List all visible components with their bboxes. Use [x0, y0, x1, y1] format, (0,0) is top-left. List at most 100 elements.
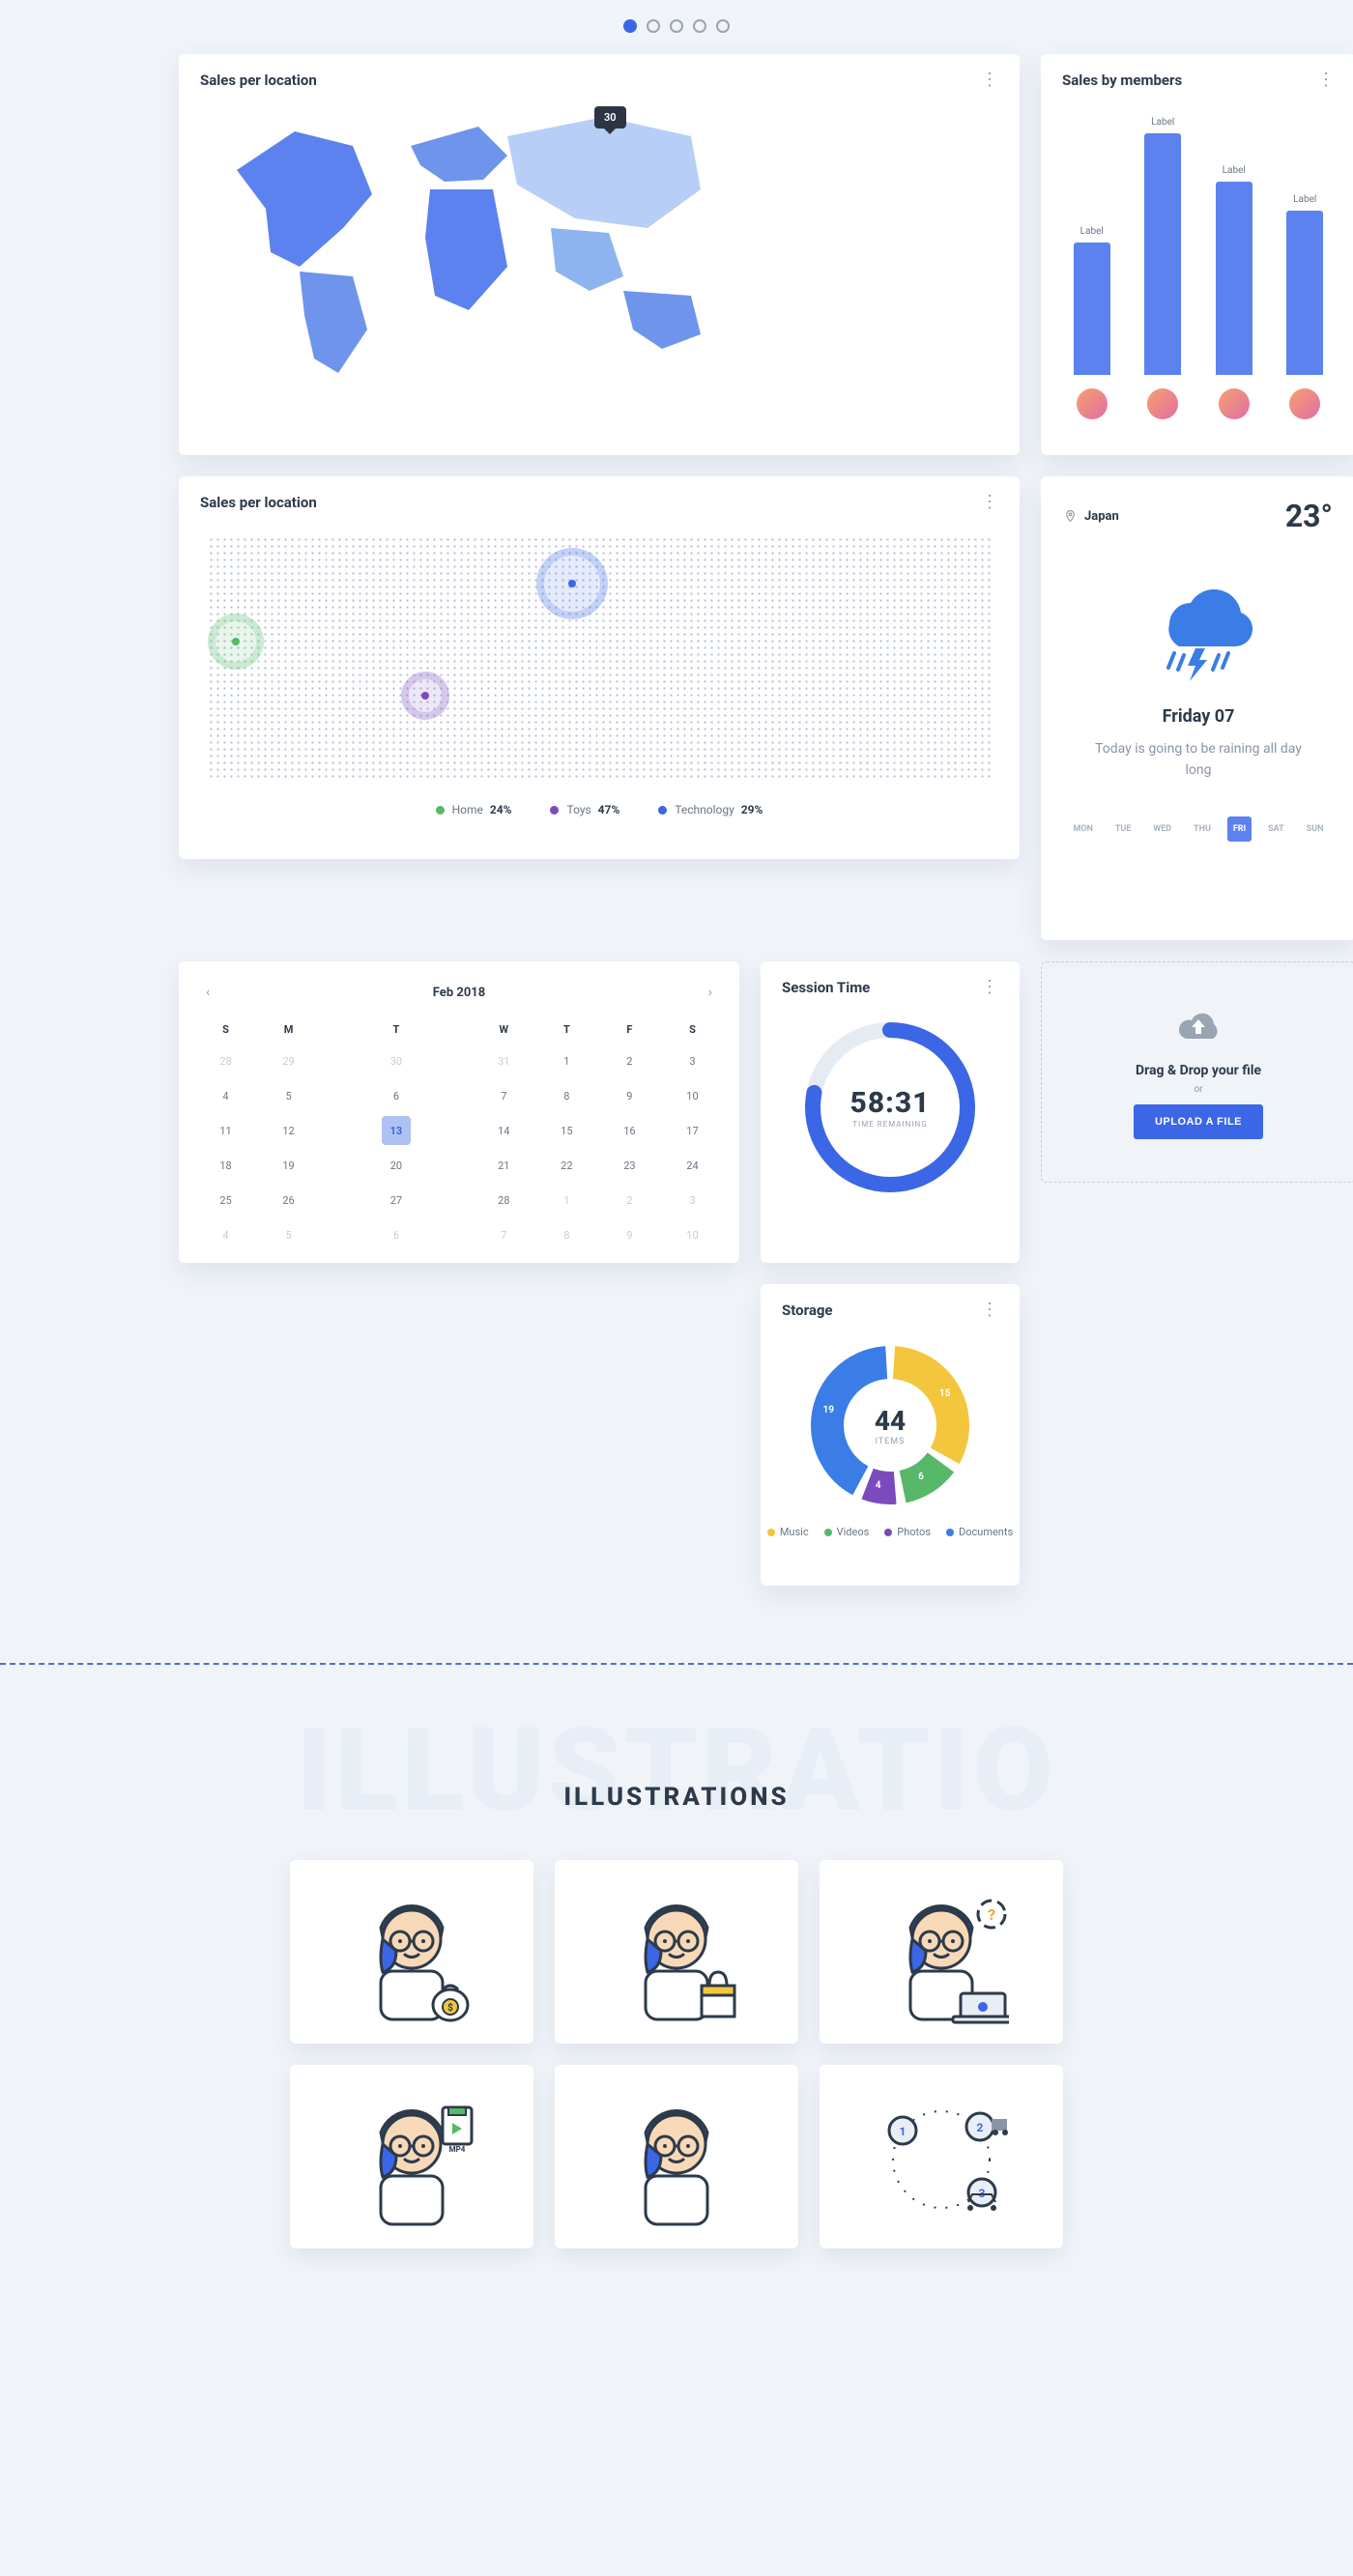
upload-button[interactable]: UPLOAD A FILE	[1134, 1104, 1263, 1139]
dow: S	[661, 1016, 724, 1044]
day-tab[interactable]: TUE	[1109, 816, 1137, 842]
day-cell[interactable]: 27	[320, 1183, 473, 1217]
more-icon[interactable]: ⋮	[981, 494, 998, 511]
day-cell[interactable]: 4	[194, 1217, 257, 1252]
day-cell[interactable]: 5	[257, 1078, 320, 1113]
avatar[interactable]	[1147, 388, 1178, 419]
day-tab[interactable]: SUN	[1301, 816, 1330, 842]
pager-dot[interactable]	[647, 19, 660, 33]
map-marker[interactable]	[208, 614, 264, 670]
day-cell[interactable]: 11	[194, 1113, 257, 1148]
day-cell[interactable]: 1	[535, 1183, 598, 1217]
day-tab[interactable]: SAT	[1262, 816, 1290, 842]
day-cell[interactable]: 5	[257, 1217, 320, 1252]
day-cell[interactable]: 7	[473, 1217, 535, 1252]
avatar[interactable]	[1289, 388, 1320, 419]
day-cell[interactable]: 1	[535, 1044, 598, 1078]
illustration-card[interactable]	[555, 2065, 798, 2248]
map-tooltip: 30	[594, 106, 626, 129]
map-marker[interactable]	[536, 548, 608, 619]
day-cell[interactable]: 16	[598, 1113, 661, 1148]
day-cell[interactable]: 3	[661, 1044, 724, 1078]
day-cell[interactable]: 20	[320, 1148, 473, 1183]
prev-month-icon[interactable]: ‹	[202, 981, 214, 1004]
legend-item: Music	[767, 1526, 809, 1538]
illustration-card[interactable]: MP4	[290, 2065, 533, 2248]
day-cell[interactable]: 10	[661, 1078, 724, 1113]
day-cell[interactable]: 8	[535, 1217, 598, 1252]
avatar[interactable]	[1219, 388, 1250, 419]
day-cell[interactable]: 6	[320, 1217, 473, 1252]
day-tab[interactable]: MON	[1067, 816, 1098, 842]
day-cell[interactable]: 3	[661, 1183, 724, 1217]
day-cell[interactable]: 12	[257, 1113, 320, 1148]
day-cell[interactable]: 28	[194, 1044, 257, 1078]
illustration-card[interactable]: ?	[820, 1860, 1063, 2044]
day-cell[interactable]: 2	[598, 1044, 661, 1078]
day-cell[interactable]: 13	[320, 1113, 473, 1148]
day-cell[interactable]: 30	[320, 1044, 473, 1078]
day-cell[interactable]: 25	[194, 1183, 257, 1217]
pager-dot[interactable]	[693, 19, 706, 33]
more-icon[interactable]: ⋮	[1317, 72, 1335, 89]
pager-dot[interactable]	[670, 19, 683, 33]
sales-location-dot-card: Sales per location ⋮ Home 24%Toys 47%Tec…	[179, 476, 1020, 859]
day-cell[interactable]: 31	[473, 1044, 535, 1078]
day-cell[interactable]: 24	[661, 1148, 724, 1183]
dow: S	[194, 1016, 257, 1044]
members-bar-chart: LabelLabelLabelLabel	[1041, 95, 1353, 375]
day-cell[interactable]: 4	[194, 1078, 257, 1113]
upload-card[interactable]: Drag & Drop your file or UPLOAD A FILE	[1041, 961, 1353, 1183]
day-cell[interactable]: 21	[473, 1148, 535, 1183]
day-cell[interactable]: 22	[535, 1148, 598, 1183]
day-cell[interactable]: 14	[473, 1113, 535, 1148]
day-cell[interactable]: 6	[320, 1078, 473, 1113]
illustration-card[interactable]: 1 2 3	[820, 2065, 1063, 2248]
bar-label: Label	[1151, 117, 1174, 128]
day-cell[interactable]: 18	[194, 1148, 257, 1183]
day-cell[interactable]: 7	[473, 1078, 535, 1113]
more-icon[interactable]: ⋮	[981, 1302, 998, 1319]
dow: M	[257, 1016, 320, 1044]
next-month-icon[interactable]: ›	[705, 981, 716, 1004]
avatar[interactable]	[1077, 388, 1108, 419]
pager[interactable]	[179, 19, 1174, 33]
svg-text:MP4: MP4	[449, 2145, 466, 2154]
day-cell[interactable]: 8	[535, 1078, 598, 1113]
pager-dot[interactable]	[623, 19, 637, 33]
more-icon[interactable]: ⋮	[981, 72, 998, 89]
day-cell[interactable]: 23	[598, 1148, 661, 1183]
calendar-grid: SMTWTFS282930311234567891011121314151617…	[194, 1016, 724, 1252]
illustration-card[interactable]: $	[290, 1860, 533, 2044]
bar	[1144, 133, 1181, 375]
illustration-card[interactable]	[555, 1860, 798, 2044]
legend-item: Technology 29%	[658, 803, 763, 816]
day-cell[interactable]: 15	[535, 1113, 598, 1148]
drag-drop-text: Drag & Drop your file	[1069, 1063, 1328, 1078]
day-cell[interactable]: 29	[257, 1044, 320, 1078]
dow: W	[473, 1016, 535, 1044]
dow: T	[535, 1016, 598, 1044]
day-cell[interactable]: 26	[257, 1183, 320, 1217]
day-tab[interactable]: WED	[1147, 816, 1177, 842]
pager-dot[interactable]	[716, 19, 730, 33]
card-title: Sales per location	[200, 494, 317, 511]
weather-card: Japan 23° Friday 07 Today is going to be…	[1041, 476, 1353, 940]
more-icon[interactable]: ⋮	[981, 979, 998, 996]
card-title: Sales per location	[200, 72, 317, 89]
or-text: or	[1069, 1078, 1328, 1104]
day-cell[interactable]: 19	[257, 1148, 320, 1183]
svg-text:?: ?	[988, 1905, 995, 1924]
session-time: 58:31	[850, 1086, 931, 1120]
svg-text:2: 2	[977, 2121, 984, 2134]
day-tab[interactable]: THU	[1188, 816, 1217, 842]
day-cell[interactable]: 17	[661, 1113, 724, 1148]
day-tab[interactable]: FRI	[1227, 816, 1252, 842]
day-cell[interactable]: 28	[473, 1183, 535, 1217]
bg-title: ILLUSTRATIO	[0, 1703, 1353, 1839]
day-cell[interactable]: 9	[598, 1078, 661, 1113]
day-cell[interactable]: 9	[598, 1217, 661, 1252]
day-cell[interactable]: 10	[661, 1217, 724, 1252]
day-cell[interactable]: 2	[598, 1183, 661, 1217]
map-marker[interactable]	[401, 672, 449, 720]
